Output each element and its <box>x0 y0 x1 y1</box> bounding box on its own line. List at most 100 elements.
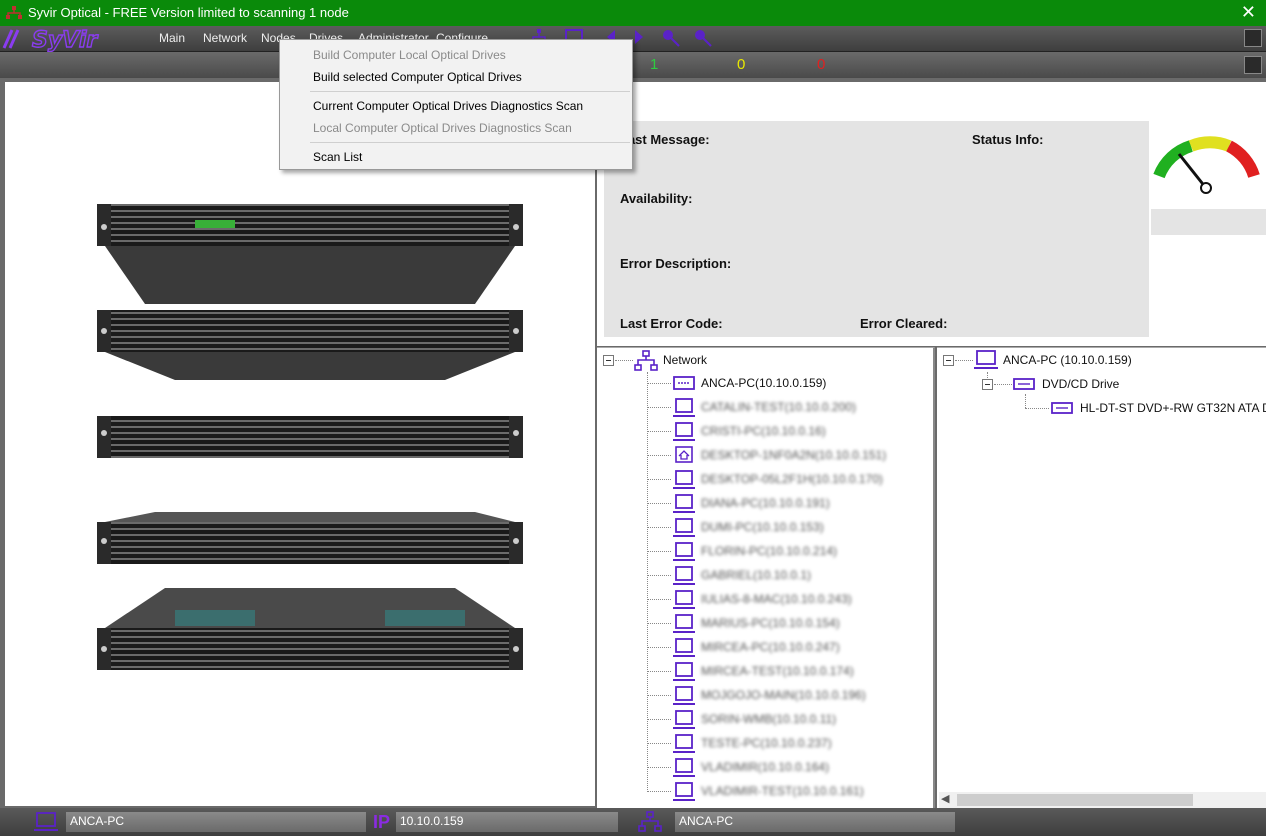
restore-panel-button[interactable] <box>1244 56 1262 74</box>
laptop-icon <box>673 734 695 753</box>
network-collapse-toggle[interactable] <box>603 355 614 366</box>
network-node-label[interactable]: GABRIEL(10.10.0.1) <box>701 568 811 582</box>
network-node-label[interactable]: CRISTI-PC(10.10.0.16) <box>701 424 826 438</box>
laptop-icon <box>673 590 695 609</box>
network-node-label[interactable]: MIRCEA-PC(10.10.0.247) <box>701 640 840 654</box>
network-node-label[interactable]: ANCA-PC(10.10.0.159) <box>701 376 826 390</box>
scroll-thumb[interactable] <box>957 794 1193 806</box>
laptop-icon <box>673 566 695 585</box>
network-node-label[interactable]: TESTE-PC(10.10.0.237) <box>701 736 832 750</box>
laptop-icon <box>673 614 695 633</box>
menu-bar: SyVir Main Network Nodes Drives Administ… <box>0 26 1266 52</box>
network-node-label[interactable]: CATALIN-TEST(10.10.0.200) <box>701 400 856 414</box>
info-panel <box>604 121 1149 337</box>
rack-unit-2[interactable] <box>97 310 523 380</box>
scroll-left-icon[interactable]: ◀ <box>941 792 949 805</box>
close-button[interactable]: ✕ <box>1241 2 1256 23</box>
pin-tool-icon-2[interactable] <box>692 28 714 48</box>
rack-view <box>5 82 595 806</box>
gauge-icon <box>1153 136 1260 194</box>
rack-unit-5[interactable] <box>97 588 523 670</box>
network-node-label[interactable]: IULIAS-8-MAC(10.10.0.243) <box>701 592 852 606</box>
network-node-label[interactable]: MOJGOJO-MAIN(10.10.0.196) <box>701 688 866 702</box>
optical-drive-icon <box>1013 378 1035 390</box>
drive-tree-horizontal-scrollbar[interactable]: ◀ <box>939 792 1266 808</box>
menu-local-diagnostics-scan[interactable]: Local Computer Optical Drives Diagnostic… <box>313 121 572 135</box>
rack-illustration <box>97 204 523 670</box>
network-node-label[interactable]: VLADIMIR(10.10.0.164) <box>701 760 829 774</box>
laptop-icon <box>673 398 695 417</box>
optical-drive-icon-2 <box>1051 402 1073 414</box>
network-root-label[interactable]: Network <box>663 353 707 367</box>
network-node-label[interactable]: DESKTOP-05L2F1H(10.10.0.170) <box>701 472 883 486</box>
counter-bar: 1 0 0 <box>0 52 1266 78</box>
laptop-icon <box>673 542 695 561</box>
warning-count: 0 <box>737 56 746 73</box>
window-title: Syvir Optical - FREE Version limited to … <box>28 5 349 20</box>
menu-scan-list[interactable]: Scan List <box>313 150 362 164</box>
rack-unit-3[interactable] <box>97 416 523 458</box>
network-node-label[interactable]: MARIUS-PC(10.10.0.154) <box>701 616 840 630</box>
drives-dropdown-menu: Build Computer Local Optical Drives Buil… <box>279 39 633 170</box>
app-window: Syvir Optical - FREE Version limited to … <box>0 0 1266 836</box>
laptop-icon <box>673 782 695 801</box>
laptop-icon <box>673 686 695 705</box>
category-collapse-toggle[interactable] <box>982 379 993 390</box>
network-tree: Network ANCA-PC(10.10.0.159) CATALIN-TEST… <box>597 347 935 808</box>
drive-category-label[interactable]: DVD/CD Drive <box>1042 377 1119 391</box>
laptop-icon <box>673 470 695 489</box>
ip-label: IP <box>373 812 391 832</box>
status-gauge <box>1151 121 1266 209</box>
status-network-field: ANCA-PC <box>675 812 955 832</box>
laptop-icon <box>974 350 998 369</box>
rack-unit-1[interactable] <box>97 204 523 304</box>
error-description-label: Error Description: <box>620 256 732 271</box>
status-node-field: ANCA-PC <box>66 812 366 832</box>
home-icon <box>675 446 693 463</box>
drive-tree: ANCA-PC (10.10.0.159) DVD/CD Drive HL-DT… <box>937 347 1266 808</box>
drive-device-label[interactable]: HL-DT-ST DVD+-RW GT32N ATA Device <box>1080 401 1266 415</box>
menu-build-local-drives[interactable]: Build Computer Local Optical Drives <box>313 48 506 62</box>
server-icon <box>673 376 695 390</box>
laptop-status-icon <box>34 812 58 831</box>
network-node-label[interactable]: DUMI-PC(10.10.0.153) <box>701 520 824 534</box>
availability-label: Availability: <box>620 191 693 206</box>
last-error-code-label: Last Error Code: <box>620 316 723 331</box>
computer-node-label[interactable]: ANCA-PC (10.10.0.159) <box>1003 353 1132 367</box>
ok-count: 1 <box>650 56 659 73</box>
network-app-icon <box>6 6 22 19</box>
error-cleared-label: Error Cleared: <box>860 316 948 331</box>
network-node-label[interactable]: DIANA-PC(10.10.0.191) <box>701 496 830 510</box>
error-count: 0 <box>817 56 826 73</box>
menu-build-selected-drives[interactable]: Build selected Computer Optical Drives <box>313 70 522 84</box>
laptop-icon <box>673 758 695 777</box>
laptop-icon <box>673 518 695 537</box>
status-info-label: Status Info: <box>972 132 1044 147</box>
status-ip-field: 10.10.0.159 <box>396 812 618 832</box>
last-message-label: Last Message: <box>620 132 710 147</box>
laptop-icon <box>673 422 695 441</box>
rack-unit-4[interactable] <box>97 512 523 564</box>
logo-text: SyVir <box>32 28 98 52</box>
menu-network[interactable]: Network <box>203 31 247 45</box>
computer-collapse-toggle[interactable] <box>943 355 954 366</box>
gauge-footer <box>1151 209 1266 235</box>
title-bar: Syvir Optical - FREE Version limited to … <box>0 0 1266 26</box>
laptop-icon <box>673 710 695 729</box>
network-node-label[interactable]: FLORIN-PC(10.10.0.214) <box>701 544 837 558</box>
laptop-icon <box>673 494 695 513</box>
network-node-label[interactable]: MIRCEA-TEST(10.10.0.174) <box>701 664 854 678</box>
laptop-icon <box>673 662 695 681</box>
pin-tool-icon[interactable] <box>660 28 682 48</box>
network-icon <box>634 350 658 371</box>
network-node-label[interactable]: DESKTOP-1NF0A2N(10.10.0.151) <box>701 448 886 462</box>
laptop-icon <box>673 638 695 657</box>
restore-button[interactable] <box>1244 29 1262 47</box>
menu-main[interactable]: Main <box>159 31 185 45</box>
menu-current-diagnostics-scan[interactable]: Current Computer Optical Drives Diagnost… <box>313 99 583 113</box>
network-node-label[interactable]: SORIN-WMB(10.10.0.11) <box>701 712 836 726</box>
network-status-icon <box>638 811 662 832</box>
status-bar: ANCA-PC IP 10.10.0.159 ANCA-PC <box>0 808 1266 836</box>
syvir-logo: SyVir <box>2 27 99 52</box>
network-node-label[interactable]: VLADIMIR-TEST(10.10.0.161) <box>701 784 864 798</box>
